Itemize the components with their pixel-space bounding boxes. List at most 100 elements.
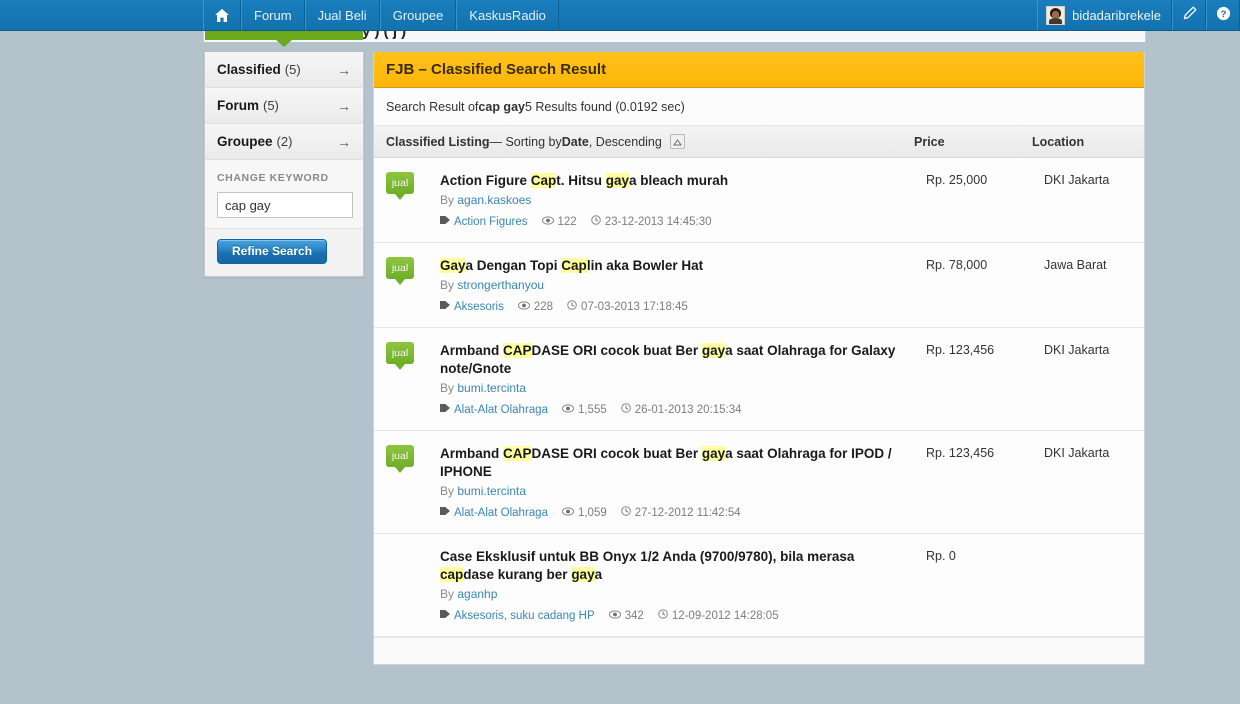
eye-icon [561, 506, 578, 519]
status-badge: jual [386, 445, 414, 473]
result-location: DKI Jakarta [1044, 343, 1110, 357]
username-label: bidadaribrekele [1072, 7, 1161, 23]
title-text: t. Hitsu [556, 173, 606, 188]
sidebar-item-groupee[interactable]: Groupee (2) → [205, 124, 363, 160]
eye-icon [541, 215, 558, 228]
refine-search-button[interactable]: Refine Search [217, 239, 328, 264]
column-header-price: Price [914, 134, 945, 149]
table-row[interactable]: jual Gaya Dengan Topi Caplin aka Bowler H… [374, 243, 1144, 328]
author-link[interactable]: bumi.tercinta [457, 484, 526, 498]
view-count: 228 [517, 300, 553, 313]
table-row[interactable]: Case Eksklusif untuk BB Onyx 1/2 Anda (9… [374, 534, 1144, 637]
nav-item-groupee[interactable]: Groupee [379, 0, 457, 30]
category-link[interactable]: Aksesoris, suku cadang HP [440, 609, 595, 622]
sidebar-item-forum[interactable]: Forum (5) → [205, 88, 363, 124]
nav-item-forum[interactable]: Forum [241, 0, 305, 30]
result-title-link[interactable]: Armband CAPDASE ORI cocok buat Ber gaya … [440, 445, 910, 481]
result-price: Rp. 25,000 [926, 173, 988, 187]
clipped-heading-text: y ) ( j ) [362, 31, 407, 40]
arrow-right-icon: → [337, 97, 351, 114]
author-link[interactable]: strongerthanyou [457, 278, 544, 292]
author-link[interactable]: bumi.tercinta [457, 381, 526, 395]
result-author-line: By strongerthanyou [440, 278, 1132, 292]
result-title-link[interactable]: Action Figure Capt. Hitsu gaya bleach mu… [440, 172, 910, 190]
keyword-input[interactable] [217, 192, 353, 218]
result-title-link[interactable]: Armband CAPDASE ORI cocok buat Ber gaya … [440, 342, 910, 378]
category-link[interactable]: Aksesoris [440, 300, 504, 313]
table-row[interactable]: jual Armband CAPDASE ORI cocok buat Ber g… [374, 328, 1144, 431]
search-highlight: gay [701, 343, 726, 358]
eye-icon [517, 300, 534, 313]
badge-tail [395, 364, 405, 370]
post-date: 27-12-2012 11:42:54 [620, 506, 741, 519]
category-link[interactable]: Alat-Alat Olahraga [440, 506, 548, 519]
list-header-sort-dir: , Descending [588, 134, 662, 149]
search-highlight: gay [701, 446, 726, 461]
result-body: Armband CAPDASE ORI cocok buat Ber gaya … [440, 445, 1132, 519]
avatar [1046, 5, 1066, 25]
result-body: Case Eksklusif untuk BB Onyx 1/2 Anda (9… [440, 548, 1132, 622]
nav-item-jual-beli[interactable]: Jual Beli [304, 0, 380, 30]
tag-icon [440, 609, 454, 622]
author-link[interactable]: aganhp [457, 587, 497, 601]
table-row[interactable]: jual Armband CAPDASE ORI cocok buat Ber g… [374, 431, 1144, 534]
arrow-right-icon: → [337, 133, 351, 150]
change-keyword-section: CHANGE KEYWORD [205, 160, 363, 229]
result-location: Jawa Barat [1044, 258, 1107, 272]
search-highlight: CAP [503, 343, 532, 358]
by-prefix: By [440, 484, 458, 498]
title-text: dase kurang ber [463, 567, 572, 582]
results-list: jual Action Figure Capt. Hitsu gaya bleac… [374, 158, 1144, 637]
help-button[interactable]: ? [1206, 0, 1240, 30]
result-price: Rp. 0 [926, 549, 956, 563]
badge-tail [395, 467, 405, 473]
summary-term: cap gay [478, 99, 525, 114]
sidebar-item-groupee-label: Groupee [217, 134, 273, 149]
clock-icon [567, 300, 581, 313]
search-filter-sidebar: Classified (5) → Forum (5) → Groupee (2)… [204, 52, 364, 277]
clock-icon [620, 506, 635, 519]
result-meta: Alat-Alat Olahraga 1,555 26-01-2013 20:15:… [440, 403, 1132, 416]
search-highlight: gay [571, 567, 595, 582]
title-text: Action Figure [440, 173, 531, 188]
by-prefix: By [440, 587, 458, 601]
sort-toggle-button[interactable] [669, 134, 685, 149]
search-highlight: Cap [561, 258, 587, 273]
sidebar-item-classified[interactable]: Classified (5) → [205, 52, 363, 88]
view-count: 342 [608, 609, 644, 622]
arrow-right-icon: → [337, 61, 351, 78]
clock-icon [620, 403, 635, 416]
title-text: a bleach murah [629, 173, 729, 188]
sidebar-item-forum-label: Forum [217, 98, 259, 113]
category-link[interactable]: Alat-Alat Olahraga [440, 403, 548, 416]
result-author-line: By bumi.tercinta [440, 484, 1132, 498]
by-prefix: By [440, 193, 458, 207]
user-menu[interactable]: bidadaribrekele [1037, 0, 1172, 30]
help-icon: ? [1216, 6, 1231, 24]
result-title-link[interactable]: Case Eksklusif untuk BB Onyx 1/2 Anda (9… [440, 548, 910, 584]
view-count: 1,555 [561, 404, 607, 416]
compose-button[interactable] [1172, 0, 1206, 30]
home-icon [215, 8, 229, 22]
list-header-title: Classified Listing [386, 134, 490, 149]
result-meta: Action Figures 122 23-12-2013 14:45:30 [440, 215, 1132, 228]
title-text: a Dengan Topi [465, 258, 562, 273]
badge-tail [395, 279, 405, 285]
result-title-link[interactable]: Gaya Dengan Topi Caplin aka Bowler Hat [440, 257, 910, 275]
tag-icon [440, 215, 454, 228]
home-nav-button[interactable] [203, 0, 241, 30]
eye-icon [608, 609, 625, 622]
tab-pointer-arrow [276, 40, 292, 47]
result-author-line: By aganhp [440, 587, 1132, 601]
category-link[interactable]: Action Figures [440, 215, 528, 228]
post-date: 23-12-2013 14:45:30 [590, 215, 712, 228]
nav-item-kaskusradio[interactable]: KaskusRadio [456, 0, 559, 30]
author-link[interactable]: agan.kaskoes [457, 193, 531, 207]
page-right-gutter [1146, 31, 1240, 704]
search-highlight: Cap [530, 173, 557, 188]
sidebar-item-groupee-count: (2) [276, 134, 293, 149]
table-row[interactable]: jual Action Figure Capt. Hitsu gaya bleac… [374, 158, 1144, 243]
by-prefix: By [440, 278, 458, 292]
sidebar-item-classified-label: Classified [217, 62, 281, 77]
title-text: Armband [440, 343, 504, 358]
